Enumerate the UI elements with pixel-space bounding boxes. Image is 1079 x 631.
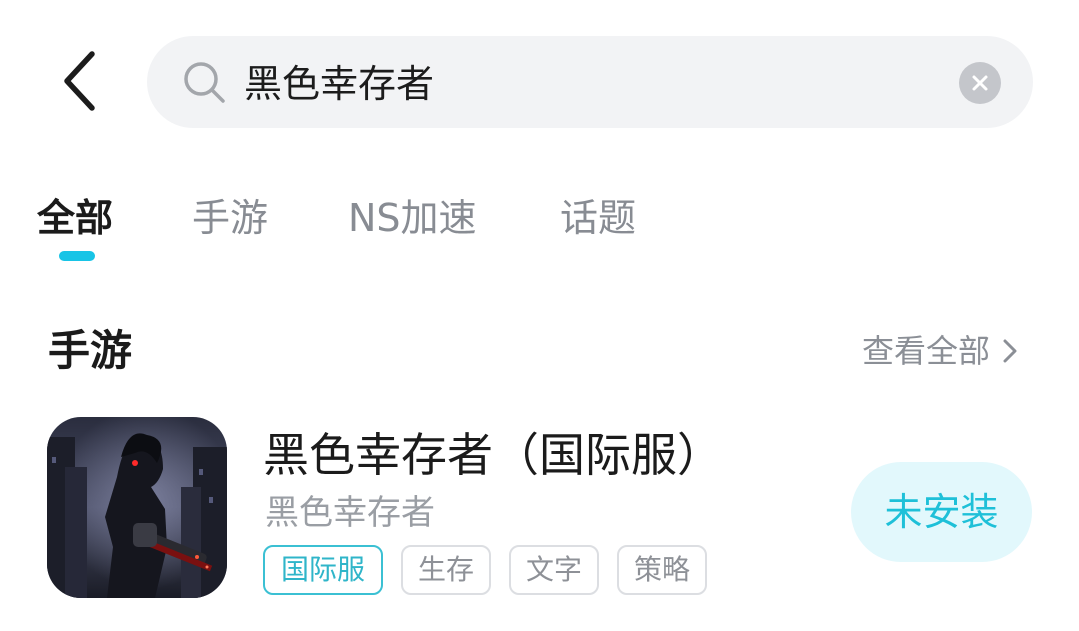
- search-input[interactable]: 黑色幸存者: [244, 58, 434, 110]
- clear-icon: [972, 75, 988, 91]
- clear-search-button[interactable]: [959, 62, 1001, 104]
- game-cover-art: [47, 417, 227, 598]
- tab-ns-accelerate[interactable]: NS加速: [348, 190, 477, 246]
- tab-all[interactable]: 全部: [37, 190, 113, 246]
- game-subtitle: 黑色幸存者: [265, 493, 435, 533]
- tag-international[interactable]: 国际服: [263, 545, 383, 595]
- chevron-right-icon: [1003, 339, 1017, 363]
- game-icon[interactable]: [47, 417, 227, 598]
- tag-strategy[interactable]: 策略: [617, 545, 707, 595]
- active-tab-indicator: [59, 251, 95, 261]
- tag-text[interactable]: 文字: [509, 545, 599, 595]
- search-icon: [184, 62, 225, 103]
- install-button[interactable]: 未安装: [851, 462, 1032, 562]
- back-button[interactable]: [50, 46, 110, 116]
- game-title[interactable]: 黑色幸存者（国际服）: [263, 424, 723, 486]
- search-results-page: 黑色幸存者 全部 手游 NS加速 话题 手游 查看全部 黑色幸存者（国际服） 黑…: [0, 0, 1079, 631]
- view-all-link[interactable]: 查看全部: [862, 326, 1018, 376]
- view-all-label: 查看全部: [862, 332, 991, 370]
- tab-topics[interactable]: 话题: [560, 190, 636, 246]
- tag-survival[interactable]: 生存: [401, 545, 491, 595]
- section-title: 手游: [48, 326, 133, 375]
- tab-mobile-games[interactable]: 手游: [192, 190, 268, 246]
- chevron-left-icon: [64, 51, 95, 111]
